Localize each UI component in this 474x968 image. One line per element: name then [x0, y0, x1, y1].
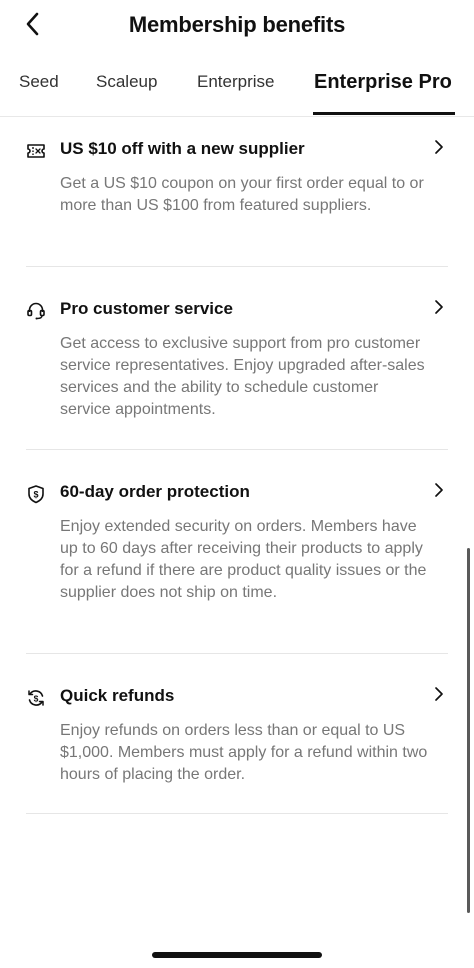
dollar-shield-icon: $ [26, 484, 46, 504]
chevron-right-icon [432, 298, 446, 316]
divider [26, 266, 448, 267]
scrollbar[interactable] [467, 548, 470, 913]
benefit-title: US $10 off with a new supplier [60, 139, 305, 158]
divider [26, 813, 448, 814]
tab-seed[interactable]: Seed [19, 72, 59, 92]
refund-cycle-icon: $ [26, 688, 46, 708]
benefit-title: Quick refunds [60, 686, 175, 705]
tab-bar: Seed Scaleup Enterprise Enterprise Pro [0, 60, 474, 117]
chevron-right-icon [432, 138, 446, 156]
chevron-right-icon [432, 481, 446, 499]
benefit-item-quick-refunds[interactable]: $ Quick refunds Enjoy refunds on orders … [26, 686, 448, 786]
svg-text:$: $ [34, 693, 39, 703]
benefit-description: Enjoy extended security on orders. Membe… [60, 518, 427, 601]
benefit-title: Pro customer service [60, 299, 233, 318]
tab-enterprise[interactable]: Enterprise [197, 72, 274, 92]
benefit-item-coupon[interactable]: US $10 off with a new supplier Get a US … [26, 139, 448, 239]
active-tab-indicator [313, 112, 455, 115]
benefit-description: Get a US $10 coupon on your first order … [60, 175, 424, 214]
page-title: Membership benefits [128, 12, 346, 37]
tab-scaleup[interactable]: Scaleup [96, 72, 157, 92]
benefit-title: 60-day order protection [60, 482, 250, 501]
benefit-item-order-protection[interactable]: $ 60-day order protection Enjoy extended… [26, 482, 448, 624]
header: Membership benefits [0, 0, 474, 52]
home-indicator [152, 952, 322, 958]
coupon-ticket-icon [26, 141, 46, 161]
benefit-description: Enjoy refunds on orders less than or equ… [60, 722, 428, 783]
svg-text:$: $ [33, 490, 38, 500]
benefit-item-pro-service[interactable]: Pro customer service Get access to exclu… [26, 299, 448, 419]
divider [26, 449, 448, 450]
divider [26, 653, 448, 654]
benefit-description: Get access to exclusive support from pro… [60, 335, 425, 418]
headset-icon [26, 301, 46, 321]
chevron-right-icon [432, 685, 446, 703]
tab-enterprise-pro[interactable]: Enterprise Pro [314, 71, 452, 94]
